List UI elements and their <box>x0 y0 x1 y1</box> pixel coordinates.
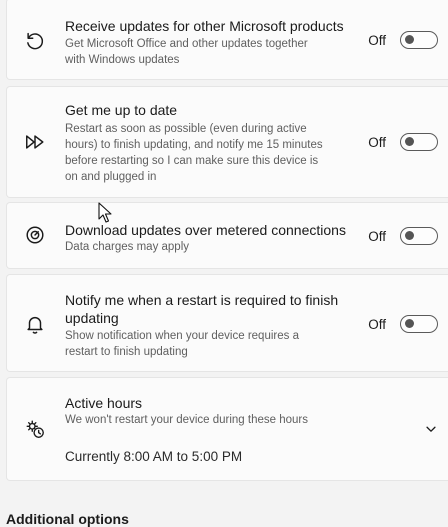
setting-description: on and plugged in <box>65 171 157 183</box>
setting-description: We won't restart your device during thes… <box>65 414 308 426</box>
refresh-icon <box>24 30 46 52</box>
gauge-icon <box>24 224 46 246</box>
toggle-knob <box>405 319 414 328</box>
setting-title: Notify me when a restart is required to … <box>65 292 339 308</box>
get-me-up-to-date-toggle[interactable] <box>400 133 438 151</box>
toggle-state-label: Off <box>368 33 386 48</box>
setting-description: restart to finish updating <box>65 346 188 358</box>
fast-forward-icon <box>24 131 46 153</box>
setting-card-get-me-up-to-date: Get me up to date Restart as soon as pos… <box>6 86 448 198</box>
active-hours-value: Currently 8:00 AM to 5:00 PM <box>65 449 243 464</box>
toggle-knob <box>405 35 414 44</box>
mouse-pointer-icon <box>98 202 112 223</box>
setting-card-active-hours[interactable]: Active hours We won't restart your devic… <box>6 377 448 481</box>
setting-title: updating <box>65 310 119 326</box>
setting-description: with Windows updates <box>65 54 180 66</box>
setting-title: Receive updates for other Microsoft prod… <box>65 18 344 34</box>
setting-description: hours) to finish updating, and notify me… <box>65 139 323 151</box>
metered-connections-toggle[interactable] <box>400 227 438 245</box>
setting-description: Get Microsoft Office and other updates t… <box>65 38 308 50</box>
toggle-state-label: Off <box>368 135 386 150</box>
setting-card-metered-connections: Download updates over metered connection… <box>6 202 448 269</box>
setting-description: before restarting so I can make sure thi… <box>65 155 319 167</box>
other-products-toggle[interactable] <box>400 31 438 49</box>
bell-icon <box>24 313 46 335</box>
clock-settings-icon <box>24 418 46 440</box>
setting-description: Restart as soon as possible (even during… <box>65 123 307 135</box>
setting-description: Data charges may apply <box>65 241 190 253</box>
toggle-knob <box>405 231 414 240</box>
toggle-state-label: Off <box>368 317 386 332</box>
section-heading-additional-options: Additional options <box>6 511 129 527</box>
setting-description: Show notification when your device requi… <box>65 330 299 342</box>
setting-title: Active hours <box>65 395 143 411</box>
setting-card-other-products: Receive updates for other Microsoft prod… <box>6 0 448 80</box>
setting-card-restart-notify: Notify me when a restart is required to … <box>6 274 448 372</box>
toggle-knob <box>405 137 414 146</box>
setting-title: Get me up to date <box>65 102 178 118</box>
chevron-down-icon[interactable] <box>424 422 438 436</box>
toggle-state-label: Off <box>368 229 386 244</box>
restart-notify-toggle[interactable] <box>400 315 438 333</box>
